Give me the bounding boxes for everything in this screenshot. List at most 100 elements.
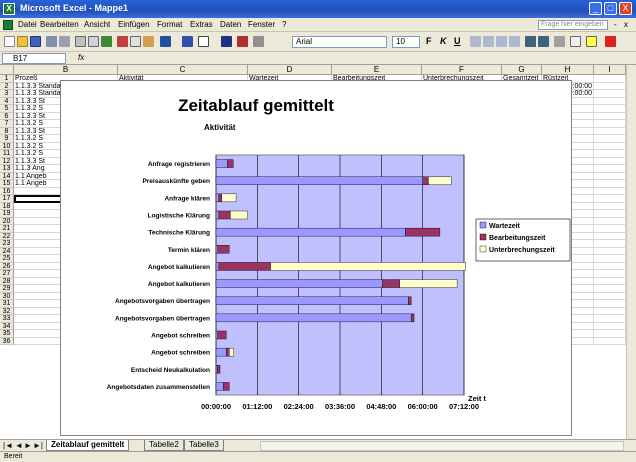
row-header[interactable]: 18 <box>0 202 14 210</box>
font-size-select[interactable]: 10 <box>392 36 420 48</box>
chart-area[interactable]: Zeitablauf gemittelt Aktivität 00:00:00 01:… <box>60 80 572 436</box>
underline-button[interactable]: U <box>454 36 461 46</box>
cell[interactable] <box>594 225 626 233</box>
row-header[interactable]: 13 <box>0 165 14 173</box>
workbook-icon[interactable] <box>3 20 13 30</box>
column-header-e[interactable]: E <box>332 65 422 75</box>
column-header-d[interactable]: D <box>248 65 332 75</box>
row-header[interactable]: 29 <box>0 285 14 293</box>
cell[interactable] <box>594 232 626 240</box>
align-center-icon[interactable] <box>483 36 494 47</box>
cell[interactable] <box>594 315 626 323</box>
row-header[interactable]: 7 <box>0 120 14 128</box>
select-all-corner[interactable] <box>0 65 14 75</box>
tab-zeitablauf-gemittelt[interactable]: Zeitablauf gemittelt <box>46 440 130 451</box>
help-search-input[interactable]: Frage hier eingeben <box>538 20 608 30</box>
borders-icon[interactable] <box>570 36 581 47</box>
paste-icon[interactable] <box>143 36 154 47</box>
cell[interactable] <box>594 210 626 218</box>
mdi-close-button[interactable]: x <box>624 20 628 29</box>
row-header[interactable]: 31 <box>0 300 14 308</box>
column-header-i[interactable]: I <box>594 65 626 75</box>
cell[interactable] <box>594 165 626 173</box>
tab-tabelle3[interactable]: Tabelle3 <box>184 440 224 451</box>
row-header[interactable]: 36 <box>0 337 14 345</box>
print-icon[interactable] <box>75 36 86 47</box>
currency-icon[interactable] <box>538 36 549 47</box>
cell[interactable] <box>594 172 626 180</box>
merge-center-icon[interactable] <box>509 36 520 47</box>
row-header[interactable]: 22 <box>0 232 14 240</box>
next-sheet-button[interactable]: ► <box>24 441 32 450</box>
row-header[interactable]: 27 <box>0 270 14 278</box>
close-button[interactable]: X <box>619 2 632 15</box>
cell[interactable] <box>594 120 626 128</box>
cell[interactable] <box>594 112 626 120</box>
cell[interactable] <box>594 337 626 345</box>
cell[interactable] <box>594 322 626 330</box>
cell[interactable] <box>594 292 626 300</box>
column-header-g[interactable]: G <box>502 65 542 75</box>
cell[interactable] <box>594 202 626 210</box>
cell[interactable] <box>594 270 626 278</box>
font-name-select[interactable]: Arial <box>292 36 387 48</box>
cell[interactable] <box>594 82 626 90</box>
percent-icon[interactable] <box>525 36 536 47</box>
cell[interactable] <box>594 285 626 293</box>
row-header[interactable]: 28 <box>0 277 14 285</box>
row-header[interactable]: 17 <box>0 195 14 203</box>
permission-icon[interactable] <box>46 36 57 47</box>
row-header[interactable]: 34 <box>0 322 14 330</box>
cell[interactable] <box>594 277 626 285</box>
email-icon[interactable] <box>59 36 70 47</box>
help-icon[interactable] <box>253 36 264 47</box>
menu-ansicht[interactable]: Ansicht <box>84 20 110 29</box>
row-header[interactable]: 26 <box>0 262 14 270</box>
cell[interactable] <box>594 240 626 248</box>
tab-tabelle2[interactable]: Tabelle2 <box>144 440 184 451</box>
print-preview-icon[interactable] <box>88 36 99 47</box>
row-header[interactable]: 21 <box>0 225 14 233</box>
cell[interactable] <box>594 135 626 143</box>
align-left-icon[interactable] <box>470 36 481 47</box>
cell[interactable] <box>594 187 626 195</box>
menu-fenster[interactable]: Fenster <box>248 20 275 29</box>
row-header[interactable]: 15 <box>0 180 14 188</box>
copy-icon[interactable] <box>130 36 141 47</box>
row-header[interactable]: 35 <box>0 330 14 338</box>
menu-daten[interactable]: Daten <box>220 20 241 29</box>
row-header[interactable]: 16 <box>0 187 14 195</box>
cell[interactable] <box>594 105 626 113</box>
align-right-icon[interactable] <box>496 36 507 47</box>
cell[interactable] <box>594 75 626 83</box>
excel-icon[interactable]: X <box>3 3 15 15</box>
cell[interactable] <box>594 142 626 150</box>
row-header[interactable]: 12 <box>0 157 14 165</box>
fill-color-icon[interactable] <box>586 36 597 47</box>
open-icon[interactable] <box>17 36 28 47</box>
cell[interactable] <box>594 195 626 203</box>
cell[interactable] <box>594 127 626 135</box>
row-header[interactable]: 33 <box>0 315 14 323</box>
prev-sheet-button[interactable]: ◄ <box>15 441 23 450</box>
row-header[interactable]: 11 <box>0 150 14 158</box>
spelling-icon[interactable] <box>101 36 112 47</box>
menu-extras[interactable]: Extras <box>190 20 213 29</box>
vertical-scrollbar[interactable] <box>626 65 636 439</box>
row-header[interactable]: 30 <box>0 292 14 300</box>
menu-format[interactable]: Format <box>157 20 182 29</box>
fx-icon[interactable]: fx <box>78 53 84 62</box>
menu-datei[interactable]: Datei <box>18 20 37 29</box>
cell[interactable] <box>594 150 626 158</box>
mdi-minimize-button[interactable]: - <box>614 20 617 29</box>
cell[interactable] <box>594 180 626 188</box>
cell[interactable] <box>594 97 626 105</box>
sort-ascending-icon[interactable] <box>221 36 232 47</box>
column-header-b[interactable]: B <box>14 65 118 75</box>
column-header-h[interactable]: H <box>542 65 594 75</box>
row-header[interactable]: 20 <box>0 217 14 225</box>
row-header[interactable]: 8 <box>0 127 14 135</box>
row-header[interactable]: 9 <box>0 135 14 143</box>
row-header[interactable]: 24 <box>0 247 14 255</box>
italic-button[interactable]: K <box>440 36 447 46</box>
